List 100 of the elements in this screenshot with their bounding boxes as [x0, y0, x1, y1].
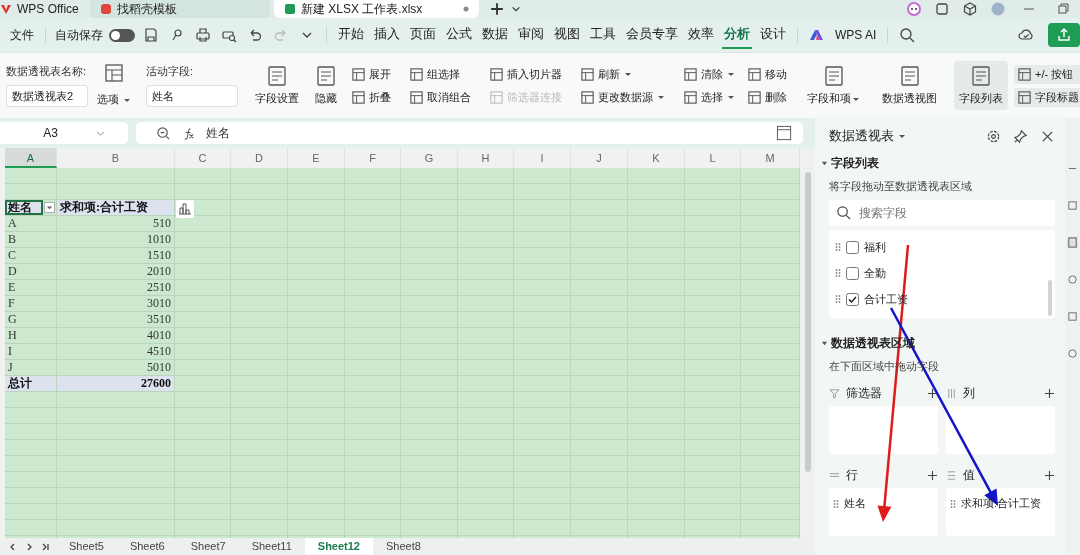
- cube-icon[interactable]: [963, 2, 977, 16]
- drop-zone[interactable]: [829, 406, 938, 454]
- app-tab[interactable]: WPS Office: [0, 0, 86, 18]
- field-label[interactable]: 全勤: [864, 265, 886, 281]
- search-field[interactable]: 搜索字段: [829, 200, 1055, 226]
- ribbon-tab[interactable]: 分析: [722, 21, 752, 49]
- restore-icon[interactable]: [1056, 2, 1070, 16]
- drop-zone[interactable]: [946, 406, 1055, 454]
- ribbon-button[interactable]: 隐藏: [310, 61, 342, 110]
- sheet-tab[interactable]: Sheet8: [373, 538, 434, 555]
- formula-panel-icon[interactable]: [776, 124, 793, 142]
- file-menu[interactable]: 文件: [8, 24, 36, 46]
- options-button[interactable]: 选项: [94, 90, 134, 109]
- ribbon-button[interactable]: 折叠: [348, 87, 394, 107]
- add-icon[interactable]: [1044, 469, 1055, 481]
- checkbox[interactable]: [846, 240, 859, 254]
- filter-dropdown-icon[interactable]: [44, 202, 55, 213]
- checkbox[interactable]: [846, 266, 859, 280]
- ribbon-button[interactable]: +/- 按钮: [1014, 64, 1080, 84]
- pivot-cell: 姓名: [5, 200, 43, 215]
- ribbon-button[interactable]: 字段标题: [1014, 87, 1080, 107]
- sheet-tab[interactable]: Sheet5: [56, 538, 117, 555]
- ribbon-button[interactable]: 字段和项: [802, 61, 865, 110]
- ribbon-button[interactable]: 移动: [744, 64, 790, 84]
- cloud-sync-icon[interactable]: [1018, 27, 1034, 43]
- field-list-icon[interactable]: [1067, 237, 1078, 248]
- app-tab[interactable]: 新建 XLSX 工作表.xlsx: [274, 0, 479, 18]
- ribbon-tab[interactable]: 审阅: [516, 21, 546, 49]
- ribbon-tab[interactable]: 页面: [408, 21, 438, 49]
- pivot-name-field[interactable]: 数据透视表2: [6, 85, 88, 107]
- drop-zone[interactable]: 姓名: [829, 488, 938, 536]
- circle-icon[interactable]: [1067, 274, 1078, 285]
- ribbon-button[interactable]: 删除: [744, 87, 790, 107]
- pivot-chart-icon[interactable]: [176, 200, 194, 218]
- zoom-icon[interactable]: [156, 125, 171, 141]
- list-scrollbar[interactable]: [1048, 280, 1052, 316]
- sheet-tab[interactable]: Sheet7: [177, 538, 239, 555]
- autosave-toggle[interactable]: [109, 28, 135, 42]
- ribbon-tab[interactable]: 开始: [336, 21, 366, 49]
- ribbon-tab[interactable]: 数据: [480, 21, 510, 49]
- share-button[interactable]: [1048, 23, 1080, 47]
- search-icon[interactable]: [899, 27, 916, 43]
- table-icon[interactable]: [103, 62, 125, 84]
- ribbon-button[interactable]: 清除: [680, 64, 738, 84]
- sheet-tab[interactable]: Sheet6: [116, 538, 178, 555]
- ribbon-tab[interactable]: 会员专享: [624, 21, 680, 49]
- zone-field[interactable]: 姓名: [844, 496, 866, 511]
- add-icon[interactable]: [1044, 387, 1055, 399]
- ribbon-tab[interactable]: 工具: [588, 21, 618, 49]
- cell-grid[interactable]: 姓名 求和项:合计工资 A 510 B 1010 C 1510 D 2010 E 2510 F 3010 G 3510 H 4010 I 4510 J 5010 总计 27600: [5, 168, 800, 538]
- panel-title[interactable]: 数据透视表: [829, 127, 894, 145]
- ribbon-button[interactable]: 更改数据源: [577, 87, 668, 107]
- ribbon-tab[interactable]: 公式: [444, 21, 474, 49]
- circle-icon[interactable]: [1067, 348, 1078, 359]
- ribbon-button[interactable]: 刷新: [577, 64, 668, 84]
- ribbon-button[interactable]: 插入切片器: [486, 64, 565, 84]
- mascot-icon[interactable]: [907, 2, 921, 16]
- ribbon-button[interactable]: 数据透视图: [877, 61, 942, 110]
- ribbon-tab[interactable]: 效率: [686, 21, 716, 49]
- active-field-field[interactable]: 姓名: [146, 85, 238, 107]
- new-tab-icon[interactable]: [490, 2, 504, 16]
- drag-handle-icon[interactable]: [950, 498, 956, 509]
- ribbon-button[interactable]: 选择: [680, 87, 738, 107]
- ribbon-button[interactable]: 字段列表: [954, 61, 1008, 110]
- name-box[interactable]: A3: [0, 122, 128, 144]
- column-header[interactable]: A: [5, 148, 57, 168]
- collapse-icon[interactable]: [821, 340, 828, 347]
- field-label[interactable]: 福利: [864, 239, 886, 255]
- collapse-icon[interactable]: [821, 160, 828, 167]
- drag-handle-icon[interactable]: [835, 294, 841, 304]
- vertical-scrollbar[interactable]: [800, 148, 815, 538]
- ribbon-button[interactable]: 取消组合: [406, 87, 474, 107]
- drag-handle-icon[interactable]: [835, 242, 841, 252]
- pivot-cell-text: 2510: [146, 280, 172, 295]
- print-icon[interactable]: [195, 27, 211, 43]
- ribbon-button[interactable]: 字段设置: [250, 61, 304, 110]
- pivot-cell-text: E: [7, 280, 17, 295]
- sheet-tab[interactable]: Sheet11: [238, 538, 305, 555]
- caret-icon[interactable]: [898, 132, 906, 140]
- sheet-tab[interactable]: Sheet12: [304, 538, 373, 555]
- ribbon-tab[interactable]: 视图: [552, 21, 582, 49]
- pin-icon[interactable]: [1013, 128, 1028, 144]
- app-tab[interactable]: 找稻壳模板: [90, 0, 270, 18]
- ribbon-tab[interactable]: 设计: [758, 21, 788, 49]
- window-icon[interactable]: [935, 2, 949, 16]
- add-icon[interactable]: [927, 469, 938, 481]
- chevron-down-icon[interactable]: [511, 4, 521, 14]
- drag-handle-icon[interactable]: [833, 498, 839, 509]
- wps-ai-button[interactable]: WPS AI: [833, 26, 879, 44]
- save-icon[interactable]: [143, 27, 159, 43]
- ribbon-button[interactable]: 展开: [348, 64, 394, 84]
- ribbon-tab[interactable]: 插入: [372, 21, 402, 49]
- ribbon-button[interactable]: 组选择: [406, 64, 474, 84]
- drag-handle-icon[interactable]: [835, 268, 841, 278]
- checkbox[interactable]: [846, 292, 859, 306]
- pivot-cell-text: C: [7, 248, 17, 263]
- add-icon[interactable]: [927, 387, 938, 399]
- caret-icon: [727, 93, 735, 101]
- settings-icon[interactable]: [986, 128, 1001, 144]
- last-sheet-icon[interactable]: [40, 541, 50, 552]
